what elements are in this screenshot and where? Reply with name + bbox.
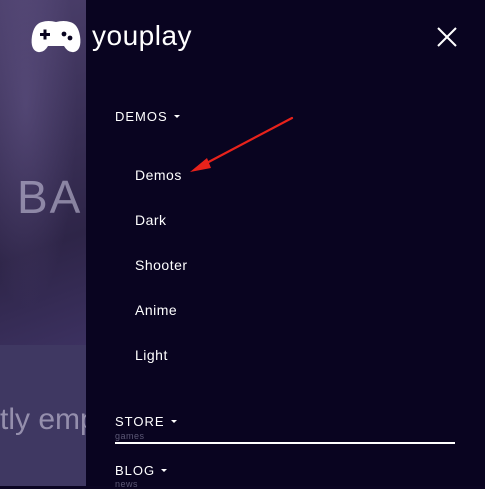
background-subtext: tly emp — [0, 403, 86, 436]
menu-blog-toggle[interactable]: BLOG — [115, 463, 168, 478]
menu-demos-toggle[interactable]: DEMOS — [115, 109, 180, 124]
background-page: BA tly emp — [0, 0, 86, 486]
active-underline — [115, 442, 455, 444]
hero-heading: BA — [17, 171, 83, 223]
brand-name: youplay — [92, 20, 193, 51]
menu-store-sub: games — [115, 431, 145, 441]
gamepad-icon — [31, 21, 81, 53]
menu-item-demos[interactable]: Demos — [135, 167, 182, 183]
brand-logo[interactable]: youplay — [30, 18, 192, 54]
menu-blog-label: BLOG — [115, 463, 156, 478]
menu-store-toggle[interactable]: STORE — [115, 414, 177, 429]
menu-item-shooter[interactable]: Shooter — [135, 257, 188, 273]
menu-item-dark[interactable]: Dark — [135, 212, 167, 228]
menu-demos-label: DEMOS — [115, 109, 168, 124]
menu-store-label: STORE — [115, 414, 165, 429]
menu-item-anime[interactable]: Anime — [135, 302, 177, 318]
close-icon[interactable] — [436, 26, 458, 48]
menu-blog-sub: news — [115, 479, 139, 489]
menu-item-light[interactable]: Light — [135, 347, 168, 363]
caret-down-icon — [173, 115, 180, 118]
caret-down-icon — [161, 469, 168, 472]
caret-down-icon — [170, 420, 177, 423]
